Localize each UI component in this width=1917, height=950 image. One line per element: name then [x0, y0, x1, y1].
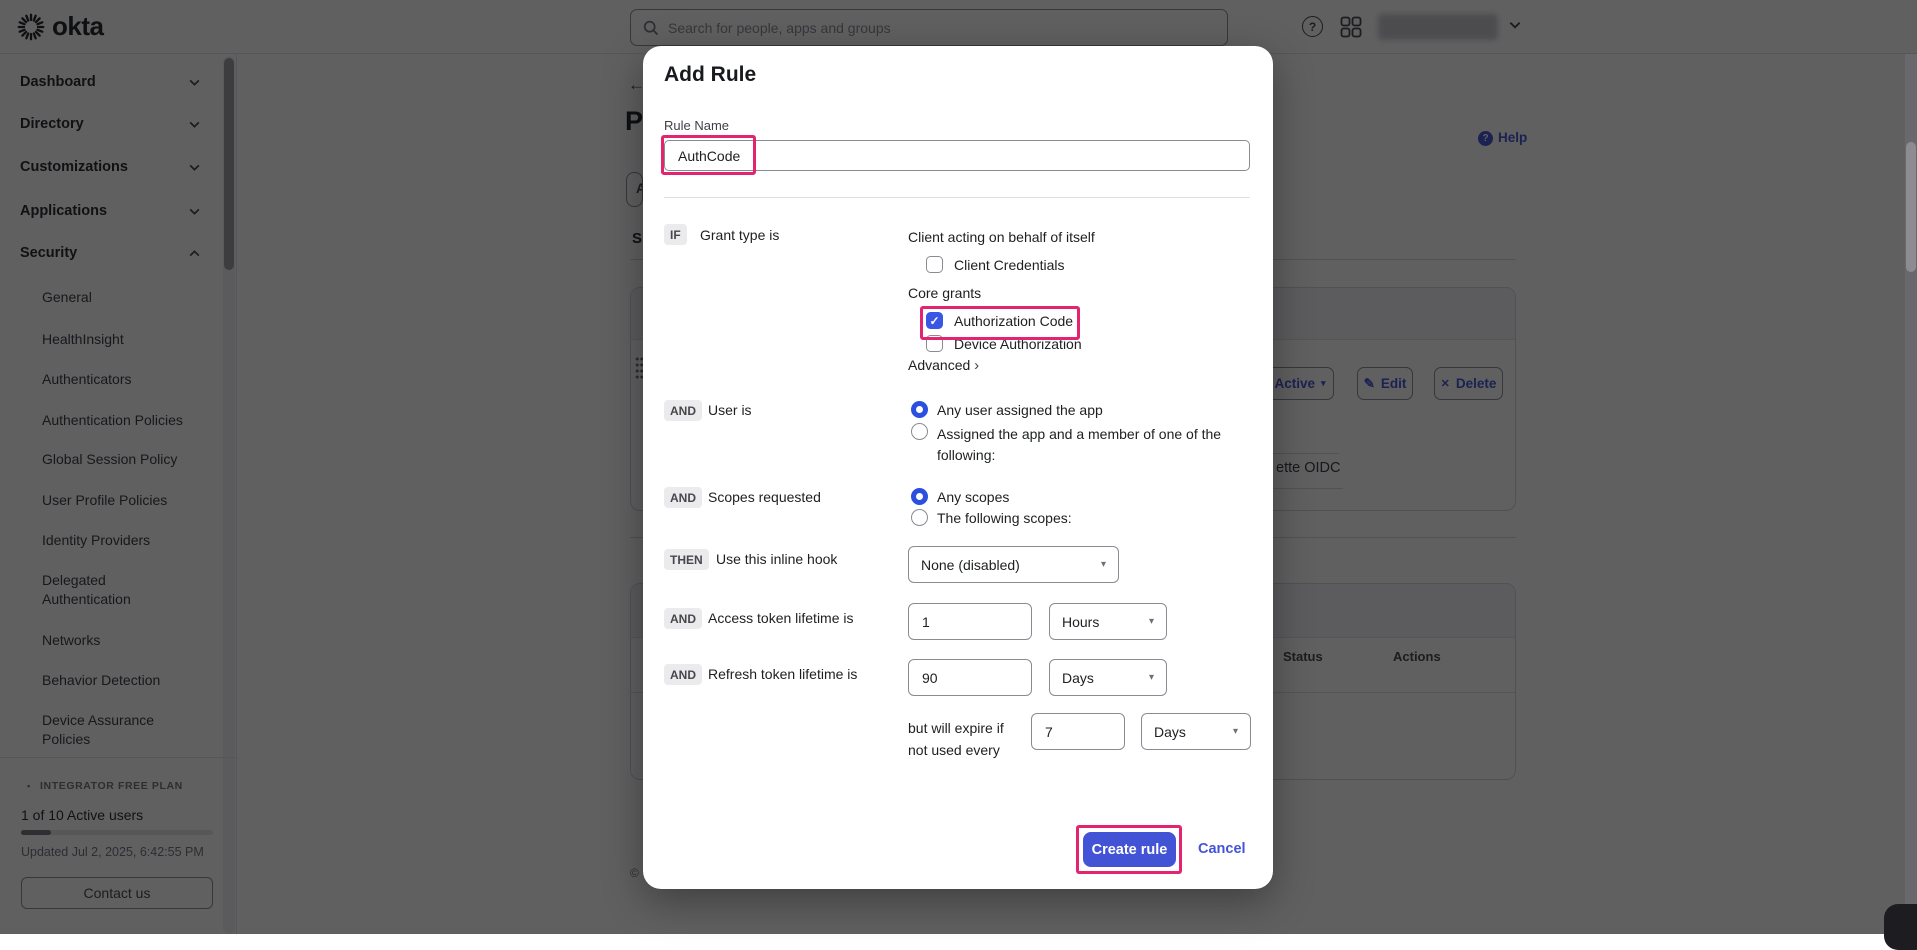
keyword-and-user: AND — [664, 400, 702, 421]
user-is-label: User is — [708, 402, 752, 418]
access-lifetime-unit-select[interactable]: Hours ▾ — [1049, 603, 1167, 640]
access-unit-value: Hours — [1062, 614, 1099, 630]
device-authorization-checkbox[interactable] — [926, 335, 943, 352]
assigned-member-label: Assigned the app and a member of one of … — [937, 424, 1245, 466]
access-lifetime-input[interactable] — [908, 603, 1032, 640]
client-credentials-label: Client Credentials — [954, 257, 1065, 273]
grant-group1-label: Client acting on behalf of itself — [908, 229, 1095, 245]
client-credentials-checkbox[interactable] — [926, 256, 943, 273]
refresh-lifetime-input[interactable] — [908, 659, 1032, 696]
modal-title: Add Rule — [664, 63, 756, 87]
keyword-then: THEN — [664, 549, 709, 570]
browser-scrollbar-thumb[interactable] — [1906, 142, 1916, 272]
refresh-lifetime-unit-select[interactable]: Days ▾ — [1049, 659, 1167, 696]
caret-down-icon: ▾ — [1233, 726, 1238, 737]
inline-hook-label: Use this inline hook — [716, 551, 837, 567]
any-user-radio[interactable] — [911, 401, 928, 418]
device-authorization-label: Device Authorization — [954, 336, 1082, 352]
following-scopes-label: The following scopes: — [937, 510, 1072, 526]
assigned-member-radio[interactable] — [911, 423, 928, 440]
authorization-code-checkbox[interactable]: ✓ — [926, 312, 943, 329]
cancel-button[interactable]: Cancel — [1198, 841, 1246, 857]
expire-value-input[interactable] — [1031, 713, 1125, 750]
browser-scrollbar[interactable] — [1905, 54, 1917, 934]
create-rule-button[interactable]: Create rule — [1083, 832, 1176, 867]
modal-divider — [664, 197, 1250, 198]
advanced-toggle[interactable]: Advanced › — [908, 357, 979, 374]
rule-name-input[interactable] — [664, 140, 1250, 171]
rule-name-label: Rule Name — [664, 118, 729, 133]
grant-type-label: Grant type is — [700, 227, 779, 243]
scopes-label: Scopes requested — [708, 489, 821, 505]
refresh-lifetime-label: Refresh token lifetime is — [708, 666, 857, 682]
refresh-unit-value: Days — [1062, 670, 1094, 686]
chat-widget-button[interactable] — [1884, 904, 1917, 950]
add-rule-modal: Add Rule Rule Name IF Grant type is Clie… — [643, 46, 1273, 889]
keyword-and-refresh: AND — [664, 664, 702, 685]
keyword-and-access: AND — [664, 608, 702, 629]
any-scopes-radio[interactable] — [911, 488, 928, 505]
inline-hook-value: None (disabled) — [921, 557, 1020, 573]
keyword-if: IF — [664, 224, 687, 245]
any-scopes-label: Any scopes — [937, 489, 1009, 505]
keyword-and-scopes: AND — [664, 487, 702, 508]
caret-down-icon: ▾ — [1101, 559, 1106, 570]
inline-hook-select[interactable]: None (disabled) ▾ — [908, 546, 1119, 583]
authorization-code-label: Authorization Code — [954, 313, 1073, 329]
check-icon: ✓ — [929, 315, 939, 327]
any-user-label: Any user assigned the app — [937, 402, 1103, 418]
expire-note-line1: but will expire if — [908, 720, 1004, 736]
grant-group2-label: Core grants — [908, 285, 981, 301]
expire-unit-value: Days — [1154, 724, 1186, 740]
expire-note-line2: not used every — [908, 742, 1000, 758]
caret-down-icon: ▾ — [1149, 616, 1154, 627]
following-scopes-radio[interactable] — [911, 509, 928, 526]
caret-down-icon: ▾ — [1149, 672, 1154, 683]
chevron-right-icon: › — [974, 357, 979, 374]
access-lifetime-label: Access token lifetime is — [708, 610, 854, 626]
expire-unit-select[interactable]: Days ▾ — [1141, 713, 1251, 750]
